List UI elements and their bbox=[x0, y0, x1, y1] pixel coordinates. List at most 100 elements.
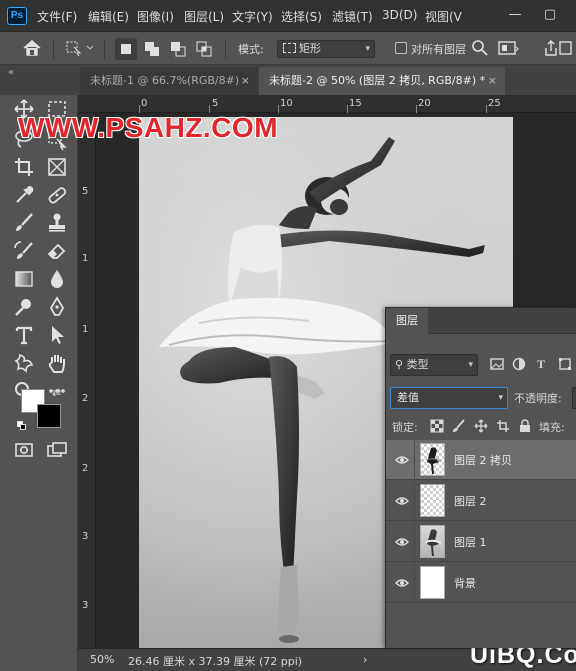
lock-transparent-pixels-icon[interactable] bbox=[430, 419, 444, 433]
type-icon bbox=[15, 326, 33, 345]
adjustment-filter-icon[interactable] bbox=[512, 357, 526, 371]
layer-row[interactable]: 图层 1 bbox=[386, 522, 576, 562]
healing-brush-tool[interactable] bbox=[45, 183, 69, 207]
layer-thumbnail bbox=[420, 484, 445, 517]
home-icon[interactable] bbox=[22, 39, 42, 57]
screen-mode-button[interactable] bbox=[45, 438, 69, 462]
lock-artboard-icon[interactable] bbox=[496, 419, 510, 433]
menu-view[interactable]: 视图(V bbox=[425, 8, 462, 25]
ruler-label: 20 bbox=[418, 98, 431, 109]
type-filter-icon[interactable]: T bbox=[534, 357, 548, 371]
type-tool[interactable] bbox=[12, 323, 36, 347]
ruler-label: 3 bbox=[82, 531, 89, 542]
menu-layer[interactable]: 图层(L) bbox=[184, 8, 224, 25]
search-icon[interactable] bbox=[471, 39, 489, 57]
ruler-label: 1 bbox=[82, 253, 89, 264]
share-icon[interactable] bbox=[543, 39, 573, 57]
chevron-down-icon: ▾ bbox=[468, 360, 473, 370]
layer-name[interactable]: 图层 2 bbox=[454, 493, 487, 509]
menu-filter[interactable]: 滤镜(T) bbox=[332, 8, 373, 25]
chevron-down-icon: ▾ bbox=[498, 393, 503, 403]
filter-value: 类型 bbox=[406, 358, 429, 371]
screen-mode-icon bbox=[47, 442, 67, 457]
new-selection-button[interactable] bbox=[115, 38, 137, 60]
layer-name[interactable]: 图层 2 拷贝 bbox=[454, 452, 512, 468]
options-bar: 模式: 矩形 ▾ 对所有图层 bbox=[0, 32, 576, 65]
background-color-swatch[interactable] bbox=[37, 404, 61, 428]
collapse-panels-icon[interactable]: « bbox=[8, 67, 14, 78]
menu-image[interactable]: 图像(I) bbox=[137, 8, 174, 25]
eye-icon[interactable] bbox=[395, 453, 409, 467]
menu-select[interactable]: 选择(S) bbox=[281, 8, 322, 25]
eye-icon[interactable] bbox=[395, 494, 409, 508]
close-icon[interactable]: × bbox=[488, 67, 497, 95]
layer-name[interactable]: 图层 1 bbox=[454, 534, 487, 550]
minimize-button[interactable]: — bbox=[506, 5, 524, 25]
blend-mode-value: 差值 bbox=[397, 391, 419, 404]
eyedropper-tool[interactable] bbox=[12, 183, 36, 207]
marquee-preset-icon[interactable] bbox=[65, 39, 95, 57]
pen-tool[interactable] bbox=[45, 295, 69, 319]
horizontal-ruler[interactable]: 0 5 10 15 20 25 bbox=[78, 95, 576, 113]
eraser-tool[interactable] bbox=[45, 239, 69, 263]
layer-row[interactable]: 图层 2 bbox=[386, 481, 576, 521]
layer-filter-dropdown[interactable]: ⚲ 类型 ▾ bbox=[390, 354, 478, 376]
add-to-selection-button[interactable] bbox=[141, 38, 163, 60]
workspace-icon[interactable] bbox=[497, 39, 519, 57]
lock-position-icon[interactable] bbox=[474, 419, 488, 433]
status-menu-arrow[interactable]: › bbox=[363, 653, 367, 666]
stamp-icon bbox=[49, 213, 65, 232]
lock-image-pixels-icon[interactable] bbox=[452, 419, 466, 433]
tab-untitled-2[interactable]: 未标题-2 @ 50% (图层 2 拷贝, RGB/8#) * × bbox=[259, 67, 505, 95]
gradient-tool[interactable] bbox=[12, 267, 36, 291]
arrow-cursor-icon bbox=[52, 326, 64, 344]
mode-dropdown[interactable]: 矩形 ▾ bbox=[277, 40, 375, 58]
blur-tool[interactable] bbox=[45, 267, 69, 291]
ruler-label: 1 bbox=[82, 324, 89, 335]
layer-name[interactable]: 背景 bbox=[454, 575, 476, 591]
layer-row[interactable]: 图层 2 拷贝 bbox=[386, 440, 576, 480]
lock-all-icon[interactable] bbox=[518, 419, 532, 433]
menu-3d[interactable]: 3D(D) bbox=[382, 8, 417, 22]
frame-tool[interactable] bbox=[45, 155, 69, 179]
chevron-down-icon: ▾ bbox=[365, 44, 370, 54]
clone-stamp-tool[interactable] bbox=[45, 211, 69, 235]
sample-all-layers-label: 对所有图层 bbox=[411, 43, 466, 56]
eyedropper-icon bbox=[16, 185, 34, 203]
quick-mask-button[interactable] bbox=[12, 438, 36, 462]
menu-edit[interactable]: 编辑(E) bbox=[88, 8, 129, 25]
menu-type[interactable]: 文字(Y) bbox=[232, 8, 273, 25]
ruler-label: 3 bbox=[82, 600, 89, 611]
ruler-label: 2 bbox=[82, 463, 89, 474]
brush-tool[interactable] bbox=[12, 211, 36, 235]
eye-icon[interactable] bbox=[395, 576, 409, 590]
subtract-selection-button[interactable] bbox=[167, 38, 189, 60]
blend-mode-dropdown[interactable]: 差值 ▾ bbox=[390, 387, 508, 409]
tab-untitled-1[interactable]: 未标题-1 @ 66.7%(RGB/8#) × bbox=[80, 67, 258, 95]
eye-icon[interactable] bbox=[395, 535, 409, 549]
shape-filter-icon[interactable] bbox=[558, 357, 572, 371]
bandage-icon bbox=[48, 187, 67, 204]
hand-tool[interactable] bbox=[45, 351, 69, 375]
vertical-ruler[interactable]: 5 1 1 2 2 3 3 bbox=[78, 113, 96, 648]
close-icon[interactable]: × bbox=[241, 67, 250, 95]
history-brush-tool[interactable] bbox=[12, 239, 36, 263]
sample-all-layers-checkbox[interactable] bbox=[395, 42, 407, 54]
zoom-level[interactable]: 50% bbox=[90, 653, 114, 666]
tab-layers[interactable]: 图层 bbox=[386, 308, 428, 334]
layer-row[interactable]: 背景 bbox=[386, 563, 576, 603]
dodge-tool[interactable] bbox=[12, 295, 36, 319]
menu-file[interactable]: 文件(F) bbox=[37, 8, 77, 25]
path-selection-tool[interactable] bbox=[45, 323, 69, 347]
swap-colors-icon[interactable]: ⇄ bbox=[52, 386, 61, 399]
default-colors-icon[interactable] bbox=[17, 421, 26, 430]
opacity-input[interactable] bbox=[572, 387, 576, 409]
crop-tool[interactable] bbox=[12, 155, 36, 179]
intersect-selection-button[interactable] bbox=[193, 38, 215, 60]
maximize-button[interactable]: ▢ bbox=[541, 5, 559, 25]
tab-label: 未标题-2 @ 50% (图层 2 拷贝, RGB/8#) * bbox=[269, 74, 486, 87]
tools-panel: ⇄ bbox=[0, 95, 78, 671]
image-filter-icon[interactable] bbox=[490, 357, 504, 371]
custom-shape-tool[interactable] bbox=[12, 351, 36, 375]
ruler-label: 5 bbox=[82, 186, 89, 197]
